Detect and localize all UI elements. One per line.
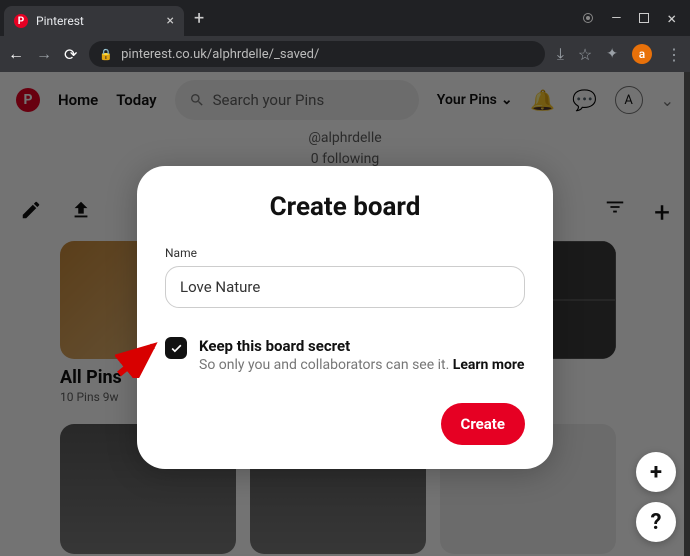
lock-icon: 🔒 (99, 48, 113, 61)
install-app-icon[interactable]: ⤓ (557, 44, 564, 64)
window-controls: — × (583, 9, 686, 28)
annotation-arrow (115, 338, 163, 382)
chrome-menu-icon[interactable]: ⋮ (666, 45, 682, 64)
profile-avatar[interactable]: a (632, 44, 652, 64)
secret-subtitle: So only you and collaborators can see it… (199, 357, 524, 373)
modal-title: Create board (165, 192, 525, 222)
url-input[interactable]: 🔒 pinterest.co.uk/alphrdelle/_saved/ (89, 41, 544, 67)
extensions-icon[interactable]: ✦ (606, 46, 618, 62)
reload-button[interactable]: ⟳ (64, 45, 77, 64)
checkmark-icon (170, 342, 183, 355)
new-tab-button[interactable]: + (194, 8, 204, 29)
url-text: pinterest.co.uk/alphrdelle/_saved/ (121, 47, 319, 62)
scrollbar[interactable] (684, 72, 690, 556)
secret-checkbox[interactable] (165, 337, 187, 359)
secret-title: Keep this board secret (199, 337, 350, 355)
create-button[interactable]: Create (441, 403, 525, 445)
name-label: Name (165, 246, 525, 260)
back-button[interactable]: ← (8, 44, 24, 64)
secret-option[interactable]: Keep this board secret So only you and c… (165, 336, 525, 373)
forward-button: → (36, 44, 52, 64)
chrome-address-bar: ← → ⟳ 🔒 pinterest.co.uk/alphrdelle/_save… (0, 36, 690, 72)
board-name-input[interactable] (165, 266, 525, 308)
account-indicator-icon[interactable] (583, 13, 593, 23)
fab-add[interactable]: + (636, 452, 676, 492)
learn-more-link[interactable]: Learn more (453, 357, 525, 373)
browser-tab[interactable]: P Pinterest × (4, 6, 184, 36)
close-window-button[interactable]: × (667, 9, 676, 28)
pinterest-favicon: P (14, 14, 28, 28)
close-tab-icon[interactable]: × (167, 13, 174, 29)
fab-help[interactable]: ? (636, 502, 676, 542)
minimize-button[interactable]: — (611, 11, 621, 26)
chrome-titlebar: P Pinterest × + — × (0, 0, 690, 36)
bookmark-icon[interactable]: ☆ (578, 45, 592, 64)
create-board-modal: Create board Name Keep this board secret… (137, 166, 553, 469)
tab-title: Pinterest (36, 14, 159, 28)
maximize-button[interactable] (639, 13, 649, 23)
